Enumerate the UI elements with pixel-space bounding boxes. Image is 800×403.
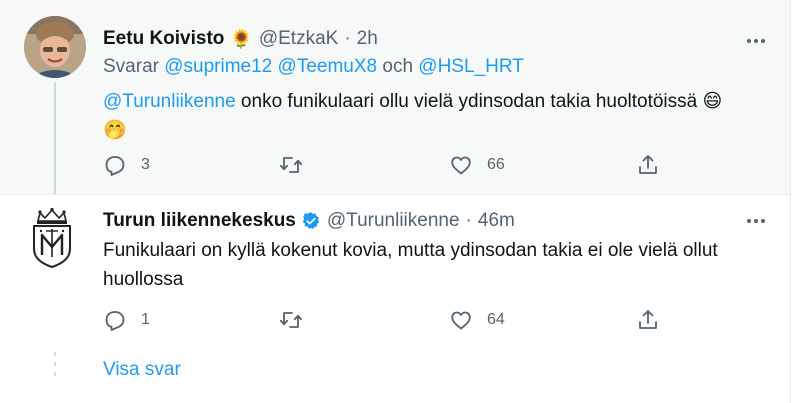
tweet-actions: 1 64 xyxy=(103,305,663,335)
tweet-body-line2: huollossa xyxy=(103,269,184,290)
mention-turunliikenne[interactable]: @Turunliikenne xyxy=(103,91,236,112)
more-options-icon[interactable] xyxy=(744,29,768,53)
display-name[interactable]: Turun liikennekeskus xyxy=(103,210,296,232)
show-replies-link[interactable]: Visa svar xyxy=(103,359,181,381)
thread-line xyxy=(54,82,56,202)
share-icon xyxy=(639,310,657,329)
retweet-button[interactable] xyxy=(279,305,317,335)
like-button[interactable]: 66 xyxy=(449,150,505,180)
retweet-icon xyxy=(279,312,303,328)
more-options-icon[interactable] xyxy=(744,209,768,233)
tweet-text: Funikulaari on kyllä kokenut kovia, mutt… xyxy=(103,236,783,294)
grinning-emoji: 😄 xyxy=(702,91,723,112)
tweet-body: onko funikulaari ollu vielä ydinsodan ta… xyxy=(235,91,703,112)
verified-badge-icon xyxy=(302,212,320,229)
mention-teemux8[interactable]: @TeemuX8 xyxy=(278,56,378,77)
retweet-icon xyxy=(279,157,303,173)
timestamp[interactable]: 46m xyxy=(478,210,515,232)
tweet-actions: 3 66 xyxy=(103,150,663,180)
like-count: 66 xyxy=(487,156,505,173)
separator: · xyxy=(344,28,351,49)
column-border xyxy=(790,0,800,403)
share-button[interactable] xyxy=(636,305,660,335)
separator: · xyxy=(465,210,472,231)
handle[interactable]: @Turunliikenne xyxy=(327,210,460,232)
heart-icon xyxy=(451,156,471,175)
reply-icon xyxy=(105,311,125,331)
sunflower-emoji: 🌻 xyxy=(230,28,253,49)
handle[interactable]: @EtzkaK xyxy=(259,28,338,50)
tweet-header: Eetu Koivisto 🌻 @EtzkaK · 2h xyxy=(103,28,378,50)
replying-conjunction: och xyxy=(382,56,414,77)
reply-count: 1 xyxy=(141,311,150,328)
retweet-button[interactable] xyxy=(279,150,317,180)
replying-label: Svarar xyxy=(103,56,159,77)
tweet-text: @Turunliikenne onko funikulaari ollu vie… xyxy=(103,87,763,145)
reply-count: 3 xyxy=(141,156,150,173)
heart-icon xyxy=(451,311,471,330)
mention-suprime12[interactable]: @suprime12 xyxy=(164,56,272,77)
share-icon xyxy=(639,155,657,174)
display-name[interactable]: Eetu Koivisto xyxy=(103,28,224,50)
tweet-header: Turun liikennekeskus @Turunliikenne · 46… xyxy=(103,210,515,232)
tweet-eetu[interactable]: Eetu Koivisto 🌻 @EtzkaK · 2h Svarar @sup… xyxy=(0,0,790,202)
like-count: 64 xyxy=(487,311,505,328)
tweet-body-line1: Funikulaari on kyllä kokenut kovia, mutt… xyxy=(103,240,718,261)
avatar[interactable] xyxy=(24,207,80,269)
replying-to: Svarar @suprime12 @TeemuX8 och @HSL_HRT xyxy=(103,56,524,78)
share-button[interactable] xyxy=(636,150,660,180)
timestamp[interactable]: 2h xyxy=(357,28,378,50)
reply-button[interactable]: 3 xyxy=(103,150,150,180)
mention-hsl-hrt[interactable]: @HSL_HRT xyxy=(418,56,524,77)
hand-over-mouth-emoji: 🤭 xyxy=(103,120,127,141)
thread-dots xyxy=(54,352,56,386)
avatar[interactable] xyxy=(24,16,86,78)
reply-button[interactable]: 1 xyxy=(103,305,150,335)
like-button[interactable]: 64 xyxy=(449,305,505,335)
turku-coat-of-arms-icon xyxy=(33,207,71,269)
reply-icon xyxy=(105,156,125,176)
